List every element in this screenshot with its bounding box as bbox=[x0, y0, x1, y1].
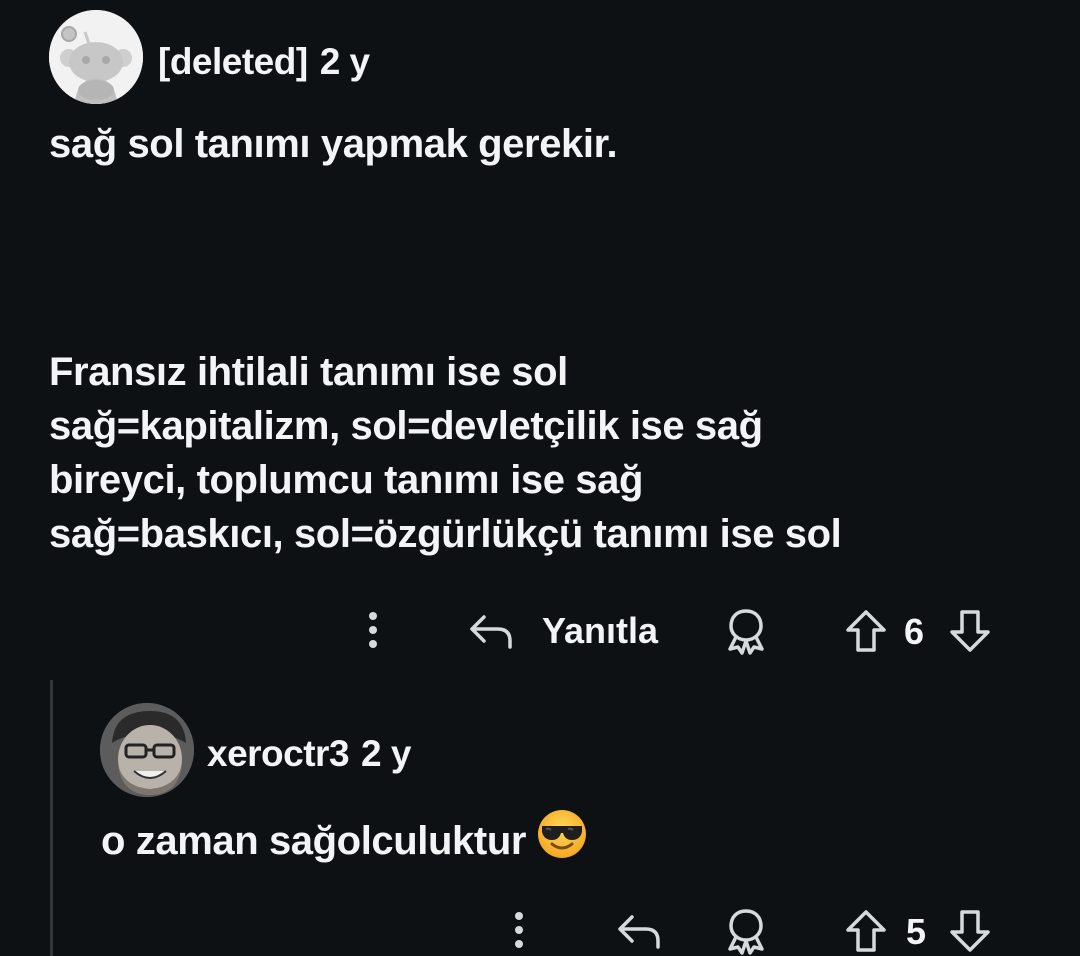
award-button[interactable] bbox=[720, 606, 772, 656]
reply-arrow-icon bbox=[618, 915, 660, 949]
vertical-ellipsis-icon bbox=[369, 612, 377, 648]
reply-text: o zaman sağolculuktur bbox=[101, 819, 527, 863]
reply-award-button[interactable] bbox=[720, 906, 772, 956]
upvote-button[interactable] bbox=[842, 606, 890, 656]
reply-label: Yanıtla bbox=[542, 610, 659, 651]
smiling-face-with-sunglasses-emoji-icon bbox=[536, 808, 588, 874]
comment-text-line: sağ sol tanımı yapmak gerekir. bbox=[49, 122, 618, 166]
user-photo-avatar bbox=[100, 703, 194, 797]
more-options-button[interactable] bbox=[356, 608, 390, 652]
vertical-ellipsis-icon bbox=[515, 912, 523, 948]
comment-body-paragraph-1: sağ sol tanımı yapmak gerekir. bbox=[49, 117, 618, 171]
comment-author-name[interactable]: [deleted] bbox=[158, 41, 308, 82]
reply-body: o zaman sağolculuktur bbox=[101, 808, 588, 874]
upvote-arrow-icon bbox=[846, 910, 886, 952]
downvote-arrow-icon bbox=[950, 910, 990, 952]
reddit-snoo-icon bbox=[49, 10, 143, 104]
reply-vote-score: 5 bbox=[906, 911, 927, 952]
thread-line[interactable] bbox=[50, 680, 53, 956]
downvote-button[interactable] bbox=[946, 606, 994, 656]
comment-text-line: bireyci, toplumcu tanımı ise sağ bbox=[49, 458, 644, 502]
award-ribbon-icon bbox=[728, 609, 764, 655]
comment-text-line: sağ=baskıcı, sol=özgürlükçü tanımı ise s… bbox=[49, 512, 842, 556]
reply-author-name[interactable]: xeroctr3 bbox=[207, 733, 350, 774]
comment-age: 2 y bbox=[319, 41, 370, 82]
reply-age: 2 y bbox=[361, 733, 411, 774]
reply-more-options-button[interactable] bbox=[502, 908, 536, 952]
comment-author-line: [deleted] 2 y bbox=[158, 41, 370, 83]
comment-body-paragraph-2: Fransız ihtilali tanımı ise sol sağ=kapi… bbox=[49, 345, 842, 561]
reply-author-line: xeroctr3 2 y bbox=[207, 733, 411, 775]
comment-text-line: Fransız ihtilali tanımı ise sol bbox=[49, 350, 568, 394]
reply-arrow-icon bbox=[470, 615, 512, 649]
reply-button[interactable]: Yanıtla bbox=[466, 606, 666, 656]
reply-reply-button[interactable] bbox=[612, 906, 666, 956]
reply-user-avatar[interactable] bbox=[100, 703, 194, 797]
vote-score: 6 bbox=[904, 611, 925, 652]
award-ribbon-icon bbox=[728, 909, 764, 955]
downvote-arrow-icon bbox=[950, 610, 990, 652]
upvote-arrow-icon bbox=[846, 610, 886, 652]
deleted-user-avatar[interactable] bbox=[49, 10, 143, 104]
reply-upvote-button[interactable] bbox=[842, 906, 890, 956]
reply-downvote-button[interactable] bbox=[946, 906, 994, 956]
comment-text-line: sağ=kapitalizm, sol=devletçilik ise sağ bbox=[49, 404, 763, 448]
